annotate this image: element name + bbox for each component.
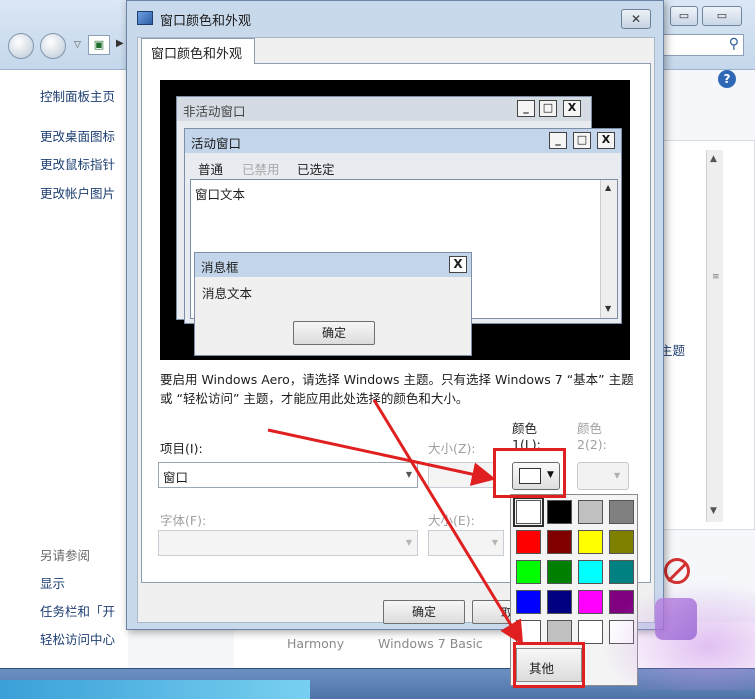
highlight-color1-box xyxy=(493,448,566,498)
highlight-other-box xyxy=(513,642,585,688)
arrow-to-color1 xyxy=(267,428,496,486)
annotation-arrows xyxy=(267,399,524,646)
arrow-to-other xyxy=(372,399,524,646)
